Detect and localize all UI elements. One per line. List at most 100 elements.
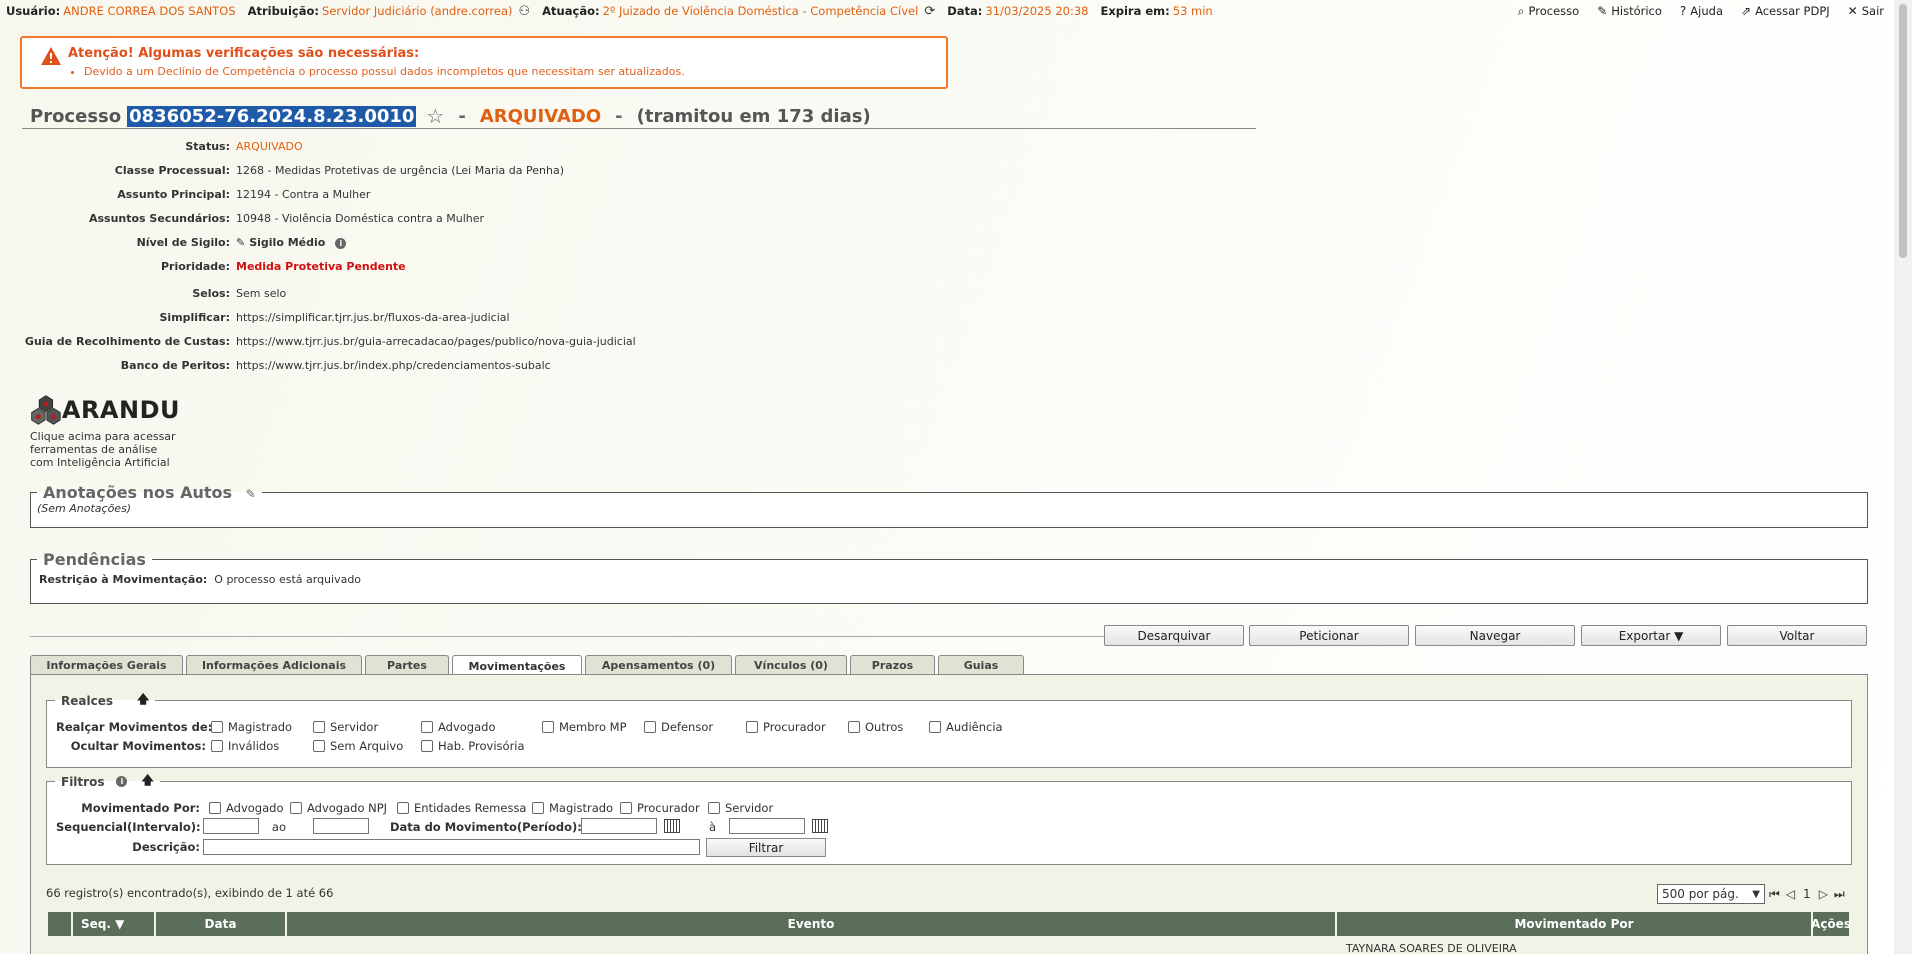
switch-user-icon[interactable]: ⚇: [519, 4, 531, 19]
desarquivar-button[interactable]: Desarquivar: [1104, 625, 1244, 646]
processo-link[interactable]: ⌕ Processo: [1518, 4, 1579, 19]
ocultar-sem-arquivo-checkbox[interactable]: Sem Arquivo: [313, 739, 403, 753]
per-page-value: 500 por pág.: [1662, 887, 1739, 901]
realcar-outros-checkbox[interactable]: Outros: [848, 720, 903, 734]
simplificar-link[interactable]: https://simplificar.tjrr.jus.br/fluxos-d…: [236, 311, 510, 324]
realcar-procurador-checkbox[interactable]: Procurador: [746, 720, 826, 734]
edit-pencil-icon[interactable]: ✎: [236, 236, 245, 249]
first-page-icon[interactable]: ⏮: [1769, 887, 1780, 902]
historico-link[interactable]: ✎ Histórico: [1597, 4, 1662, 18]
filtro-advogado-npj-checkbox[interactable]: Advogado NPJ: [290, 801, 387, 815]
checkbox-label: Outros: [865, 720, 904, 734]
field-assunto: Assunto Principal: 12194 - Contra a Mulhe…: [0, 185, 370, 203]
arandu-logo[interactable]: ARANDU: [30, 392, 180, 428]
edit-pencil-icon[interactable]: ✎: [246, 487, 256, 501]
calendar-icon[interactable]: [664, 819, 680, 833]
seq-column-header[interactable]: Seq. ▼: [73, 912, 154, 936]
evento-column-header[interactable]: Evento: [287, 912, 1335, 936]
tab-informacoes-adicionais[interactable]: Informações Adicionais: [186, 655, 362, 675]
field-simplificar: Simplificar: https://simplificar.tjrr.jus…: [0, 308, 510, 326]
prev-page-icon[interactable]: ◁: [1786, 887, 1795, 901]
navegar-button[interactable]: Navegar: [1415, 625, 1575, 646]
info-icon[interactable]: i: [116, 776, 128, 787]
data-column-header[interactable]: Data: [156, 912, 285, 936]
atribuicao-label: Atribuição:: [247, 4, 320, 18]
filtro-advogado-checkbox[interactable]: Advogado: [209, 801, 284, 815]
arandu-line: ferramentas de análise: [30, 443, 158, 456]
arandu-widget[interactable]: ARANDU Clique acima para acessar ferrame…: [30, 392, 180, 469]
data-inicio-input[interactable]: [581, 818, 657, 834]
field-label: Nível de Sigilo:: [136, 235, 230, 249]
guia-link[interactable]: https://www.tjrr.jus.br/guia-arrecadacao…: [236, 335, 636, 348]
separator: -: [458, 105, 466, 127]
per-page-select[interactable]: 500 por pág. ▼: [1657, 884, 1765, 904]
collapse-arrow-icon[interactable]: 🡅: [137, 690, 149, 711]
movimentado-por-column-header[interactable]: Movimentado Por: [1337, 912, 1811, 936]
calendar-icon[interactable]: [812, 819, 828, 833]
collapse-arrow-icon[interactable]: 🡅: [141, 771, 153, 792]
warning-alert: Atenção! Algumas verificações são necess…: [20, 36, 948, 89]
filtro-entidades-remessa-checkbox[interactable]: Entidades Remessa: [397, 801, 526, 815]
realcar-advogado-checkbox[interactable]: Advogado: [421, 720, 496, 734]
tab-partes[interactable]: Partes: [365, 655, 449, 675]
refresh-icon[interactable]: ⟳: [924, 4, 935, 19]
ajuda-link[interactable]: ? Ajuda: [1680, 4, 1723, 18]
actions-divider: [30, 636, 1104, 637]
tab-vinculos[interactable]: Vínculos (0): [735, 655, 847, 675]
peritos-link[interactable]: https://www.tjrr.jus.br/index.php/creden…: [236, 359, 551, 372]
select-all-column[interactable]: [48, 912, 71, 936]
tab-informacoes-gerais[interactable]: Informações Gerais: [30, 655, 183, 675]
field-value: ARQUIVADO: [236, 139, 303, 153]
sequencial-fim-input[interactable]: [313, 818, 369, 834]
field-label: Prioridade:: [160, 259, 230, 273]
filtro-magistrado-checkbox[interactable]: Magistrado: [532, 801, 613, 815]
descricao-input[interactable]: [203, 839, 700, 855]
realcar-membro-mp-checkbox[interactable]: Membro MP: [542, 720, 627, 734]
ocultar-hab-provisoria-checkbox[interactable]: Hab. Provisória: [421, 739, 525, 753]
pdpj-link[interactable]: ⇗ Acessar PDPJ: [1741, 4, 1830, 18]
last-page-icon[interactable]: ⏭: [1834, 887, 1845, 902]
filtro-servidor-checkbox[interactable]: Servidor: [708, 801, 773, 815]
expira-value: 53 min: [1172, 4, 1213, 18]
sair-link[interactable]: ✕ Sair: [1848, 4, 1884, 18]
realcar-magistrado-checkbox[interactable]: Magistrado: [211, 720, 292, 734]
voltar-button[interactable]: Voltar: [1727, 625, 1867, 646]
tab-movimentacoes[interactable]: Movimentações: [452, 655, 582, 676]
next-page-icon[interactable]: ▷: [1819, 887, 1828, 901]
process-number[interactable]: 0836052-76.2024.8.23.0010: [127, 105, 417, 127]
checkbox-label: Procurador: [763, 720, 826, 734]
pendencia-value: O processo está arquivado: [214, 573, 362, 586]
sequencial-inicio-input[interactable]: [203, 818, 259, 834]
realcar-servidor-checkbox[interactable]: Servidor: [313, 720, 378, 734]
field-classe: Classe Processual: 1268 - Medidas Proteti…: [0, 161, 564, 179]
ocultar-invalidos-checkbox[interactable]: Inválidos: [211, 739, 279, 753]
pager: 500 por pág. ▼ ⏮ ◁ 1 ▷ ⏭: [1657, 884, 1845, 904]
filtro-procurador-checkbox[interactable]: Procurador: [620, 801, 700, 815]
filtrar-button[interactable]: Filtrar: [706, 838, 826, 857]
tab-apensamentos[interactable]: Apensamentos (0): [585, 655, 732, 675]
scrollbar-thumb[interactable]: [1899, 4, 1907, 258]
atribuicao-value[interactable]: Servidor Judiciário (andre.correa): [322, 4, 512, 18]
field-label: Classe Processual:: [114, 163, 230, 177]
records-count: 66 registro(s) encontrado(s), exibindo d…: [46, 886, 334, 900]
data-fim-input[interactable]: [729, 818, 805, 834]
tab-guias[interactable]: Guias: [938, 655, 1024, 675]
sigilo-text: Sigilo Médio: [249, 235, 326, 249]
a-label: à: [708, 820, 716, 834]
usuario-label: Usuário:: [6, 4, 61, 18]
info-icon[interactable]: i: [335, 237, 347, 249]
field-sigilo: Nível de Sigilo: ✎ Sigilo Médio i: [0, 233, 347, 251]
process-label: Processo: [30, 105, 122, 127]
pencil-icon: ✎: [1597, 4, 1608, 18]
pendencias-section: Pendências Restrição à Movimentação: O p…: [30, 550, 1868, 604]
page-scrollbar[interactable]: [1894, 0, 1912, 954]
movimentado-por-label: Movimentado Por:: [81, 801, 200, 815]
realcar-audiencia-checkbox[interactable]: Audiência: [929, 720, 1003, 734]
tab-prazos[interactable]: Prazos: [850, 655, 935, 675]
atuacao-label: Atuação:: [542, 4, 600, 18]
atuacao-value[interactable]: 2º Juizado de Violência Doméstica - Comp…: [603, 4, 919, 18]
favorite-star-icon[interactable]: ☆: [426, 104, 444, 128]
exportar-button[interactable]: Exportar ▼: [1581, 625, 1721, 646]
realcar-defensor-checkbox[interactable]: Defensor: [644, 720, 713, 734]
peticionar-button[interactable]: Peticionar: [1249, 625, 1409, 646]
